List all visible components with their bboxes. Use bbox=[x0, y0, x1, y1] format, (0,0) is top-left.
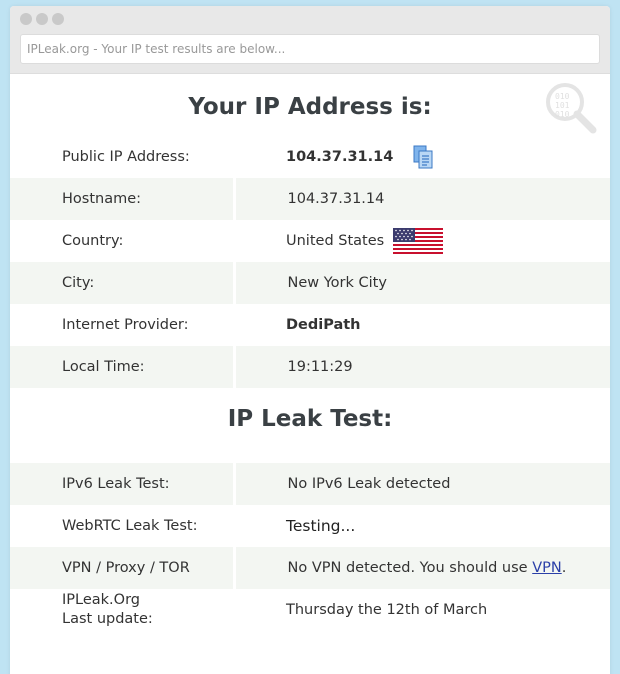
table-row: WebRTC Leak Test: Testing... bbox=[10, 505, 610, 547]
vpn-detection-cell: No VPN detected. You should use VPN. bbox=[234, 547, 610, 589]
maximize-dot-icon[interactable] bbox=[52, 13, 64, 25]
row-label: City: bbox=[10, 262, 236, 304]
row-label: Country: bbox=[62, 233, 124, 249]
table-row: Hostname: 104.37.31.14 bbox=[10, 178, 610, 220]
row-label: Hostname: bbox=[10, 178, 236, 220]
ip-info-table: Public IP Address: 104.37.31.14 Hostname… bbox=[10, 136, 610, 388]
table-row: VPN / Proxy / TOR No VPN detected. You s… bbox=[10, 547, 610, 589]
window-controls bbox=[20, 13, 64, 25]
ip-section-title: Your IP Address is: bbox=[188, 94, 432, 120]
browser-window: IPLeak.org - Your IP test results are be… bbox=[10, 6, 610, 674]
address-bar[interactable]: IPLeak.org - Your IP test results are be… bbox=[20, 34, 600, 64]
magnifier-binary-icon: 010 101 010 bbox=[546, 83, 597, 134]
last-update-label-line2: Last update: bbox=[62, 611, 153, 627]
close-dot-icon[interactable] bbox=[20, 13, 32, 25]
row-label: IPLeak.Org Last update: bbox=[10, 589, 234, 631]
row-label: IPv6 Leak Test: bbox=[10, 463, 236, 505]
us-flag-icon bbox=[392, 228, 443, 254]
webrtc-leak-value: Testing... bbox=[286, 517, 356, 535]
row-label: Internet Provider: bbox=[62, 317, 189, 333]
ipv6-leak-value: No IPv6 Leak detected bbox=[234, 463, 610, 505]
public-ip-value: 104.37.31.14 bbox=[286, 149, 394, 165]
provider-value: DediPath bbox=[286, 317, 361, 333]
row-label: Local Time: bbox=[10, 346, 236, 388]
vpn-detection-suffix: . bbox=[561, 560, 567, 576]
table-row: Local Time: 19:11:29 bbox=[10, 346, 610, 388]
copy-icon[interactable] bbox=[412, 145, 434, 169]
city-value: New York City bbox=[234, 262, 610, 304]
last-update-label-line1: IPLeak.Org bbox=[62, 592, 140, 608]
leak-section-title: IP Leak Test: bbox=[227, 406, 393, 432]
svg-text:101: 101 bbox=[555, 101, 570, 110]
table-row: IPv6 Leak Test: No IPv6 Leak detected bbox=[10, 463, 610, 505]
hostname-value: 104.37.31.14 bbox=[234, 178, 610, 220]
vpn-link[interactable]: VPN bbox=[532, 560, 562, 576]
table-row: Internet Provider: DediPath bbox=[10, 304, 610, 346]
leak-test-table: IPv6 Leak Test: No IPv6 Leak detected We… bbox=[10, 463, 610, 631]
country-value: United States bbox=[286, 233, 385, 249]
table-row: Country: United States bbox=[10, 220, 610, 262]
row-label: Public IP Address: bbox=[62, 149, 190, 165]
browser-chrome: IPLeak.org - Your IP test results are be… bbox=[10, 6, 610, 74]
table-row: City: New York City bbox=[10, 262, 610, 304]
vpn-detection-text: No VPN detected. You should use bbox=[287, 560, 533, 576]
minimize-dot-icon[interactable] bbox=[36, 13, 48, 25]
table-row: Public IP Address: 104.37.31.14 bbox=[10, 136, 610, 178]
table-row: IPLeak.Org Last update: Thursday the 12t… bbox=[10, 589, 610, 631]
public-ip-cell: 104.37.31.14 bbox=[234, 136, 610, 178]
country-cell: United States bbox=[234, 220, 610, 262]
svg-text:010: 010 bbox=[555, 92, 570, 101]
row-label: VPN / Proxy / TOR bbox=[10, 547, 236, 589]
last-update-value: Thursday the 12th of March bbox=[286, 602, 488, 618]
row-label: WebRTC Leak Test: bbox=[62, 518, 198, 534]
local-time-value: 19:11:29 bbox=[234, 346, 610, 388]
svg-text:010: 010 bbox=[555, 110, 570, 119]
